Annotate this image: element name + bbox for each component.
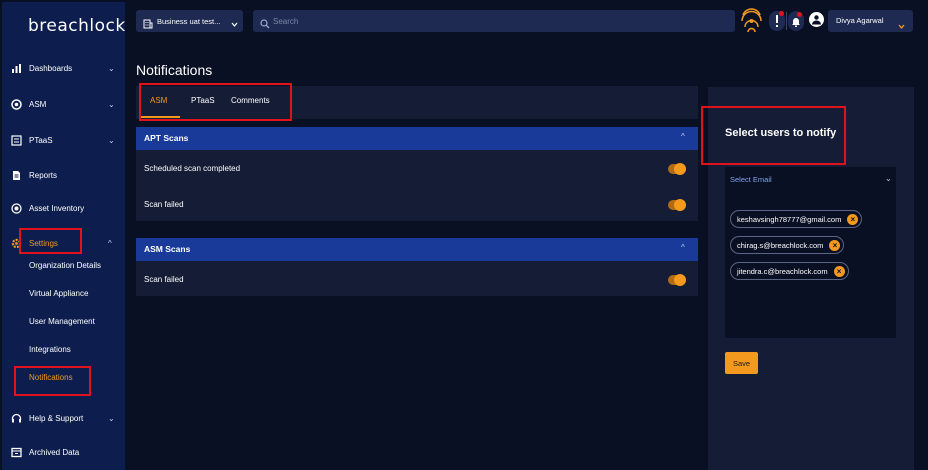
remove-email-icon[interactable]: ×	[847, 214, 859, 225]
sidebar: breachlock Dashboards ⌄ ASM ⌄ PTaaS ⌄ Re…	[2, 2, 125, 470]
target-icon	[11, 98, 22, 110]
chevron-down-icon: ⌄	[108, 99, 115, 109]
bell-icon[interactable]	[788, 11, 804, 31]
top-bar: Business uat test... Divya Agarwal	[125, 2, 928, 38]
sidebar-subitem-integrations[interactable]: Integrations	[29, 345, 71, 354]
email-chip: keshavsingh78777@gmail.com ×	[730, 210, 863, 228]
sidebar-item-help-support[interactable]: Help & Support ⌄	[2, 406, 125, 430]
chevron-up-icon: ^	[108, 238, 112, 248]
radar-icon	[11, 202, 22, 214]
email-chip-text: jitendra.c@breachlock.com	[737, 266, 828, 276]
email-select-box[interactable]: Select Email ⌄ keshavsingh78777@gmail.co…	[725, 167, 896, 338]
document-icon	[11, 170, 22, 181]
toggle-asm-scan-failed[interactable]	[668, 274, 686, 286]
chevron-down-icon[interactable]: ⌄	[885, 174, 892, 183]
save-button[interactable]: Save	[725, 352, 758, 374]
chevron-down-icon: ⌄	[108, 413, 115, 423]
highlight-box-notifications	[14, 366, 91, 396]
bar-chart-icon	[11, 63, 22, 74]
highlight-box-tabs	[139, 83, 292, 121]
sidebar-item-label: Archived Data	[29, 447, 80, 457]
remove-email-icon[interactable]: ×	[829, 240, 841, 251]
divider-line	[786, 12, 787, 30]
email-select-placeholder: Select Email	[730, 175, 772, 184]
email-chip-text: chirag.s@breachlock.com	[737, 240, 824, 250]
section-title: APT Scans	[144, 133, 189, 143]
avatar[interactable]	[809, 12, 824, 27]
fingerprint-logo-icon[interactable]	[739, 5, 764, 35]
email-chip: chirag.s@breachlock.com ×	[730, 236, 845, 254]
sidebar-item-label: Dashboards	[29, 63, 73, 73]
apt-scans-card: APT Scans ^ Scheduled scan completed Sca…	[136, 127, 698, 221]
email-chip: jitendra.c@breachlock.com ×	[730, 262, 849, 280]
sidebar-item-label: Help & Support	[29, 413, 84, 423]
notification-dot	[797, 12, 802, 17]
sidebar-item-label: PTaaS	[29, 135, 53, 145]
business-select[interactable]: Business uat test...	[136, 10, 243, 32]
email-chip-text: keshavsingh78777@gmail.com	[737, 214, 842, 224]
list-icon	[11, 134, 22, 146]
headset-icon	[11, 413, 22, 424]
chevron-down-icon: ⌄	[108, 63, 115, 73]
user-menu[interactable]: Divya Agarwal	[828, 10, 913, 32]
user-name: Divya Agarwal	[836, 16, 884, 25]
archive-icon	[11, 447, 22, 458]
highlight-box-notify-title	[701, 106, 846, 165]
sidebar-item-archived-data[interactable]: Archived Data	[2, 440, 125, 464]
row-label: Scheduled scan completed	[144, 164, 241, 173]
alert-icon[interactable]	[769, 11, 785, 31]
sidebar-item-label: ASM	[29, 99, 47, 109]
chevron-up-icon: ^	[681, 243, 685, 252]
sidebar-item-reports[interactable]: Reports	[2, 163, 125, 187]
building-icon	[143, 16, 153, 34]
chevron-down-icon	[898, 17, 905, 35]
chevron-down-icon: ⌄	[108, 135, 115, 145]
asm-scans-card: ASM Scans ^ Scan failed	[136, 238, 698, 296]
remove-email-icon[interactable]: ×	[833, 266, 845, 277]
sidebar-subitem-user-management[interactable]: User Management	[29, 317, 95, 326]
sidebar-item-asm[interactable]: ASM ⌄	[2, 92, 125, 116]
search-input[interactable]	[273, 10, 713, 32]
search-icon	[260, 16, 270, 34]
sidebar-item-asset-inventory[interactable]: Asset Inventory	[2, 196, 125, 220]
alert-dot	[779, 11, 784, 16]
breachlock-logo: breachlock	[28, 16, 126, 36]
chevron-up-icon: ^	[681, 132, 685, 141]
apt-scans-header[interactable]: APT Scans ^	[136, 127, 698, 150]
sidebar-item-label: Reports	[29, 170, 58, 180]
sidebar-subitem-organization-details[interactable]: Organization Details	[29, 261, 101, 270]
page-title: Notifications	[136, 62, 213, 78]
sidebar-subitem-virtual-appliance[interactable]: Virtual Appliance	[29, 289, 88, 298]
asm-scans-header[interactable]: ASM Scans ^	[136, 238, 698, 261]
section-title: ASM Scans	[144, 244, 191, 254]
search-bar	[253, 10, 735, 32]
highlight-box-settings	[19, 228, 82, 254]
row-label: Scan failed	[144, 275, 184, 284]
row-label: Scan failed	[144, 200, 184, 209]
sidebar-item-ptaas[interactable]: PTaaS ⌄	[2, 128, 125, 152]
business-select-value: Business uat test...	[157, 16, 221, 26]
sidebar-item-label: Asset Inventory	[29, 203, 85, 213]
chevron-down-icon	[231, 15, 238, 33]
sidebar-item-dashboards[interactable]: Dashboards ⌄	[2, 56, 125, 80]
toggle-scheduled-scan-completed[interactable]	[668, 163, 686, 175]
toggle-apt-scan-failed[interactable]	[668, 199, 686, 211]
